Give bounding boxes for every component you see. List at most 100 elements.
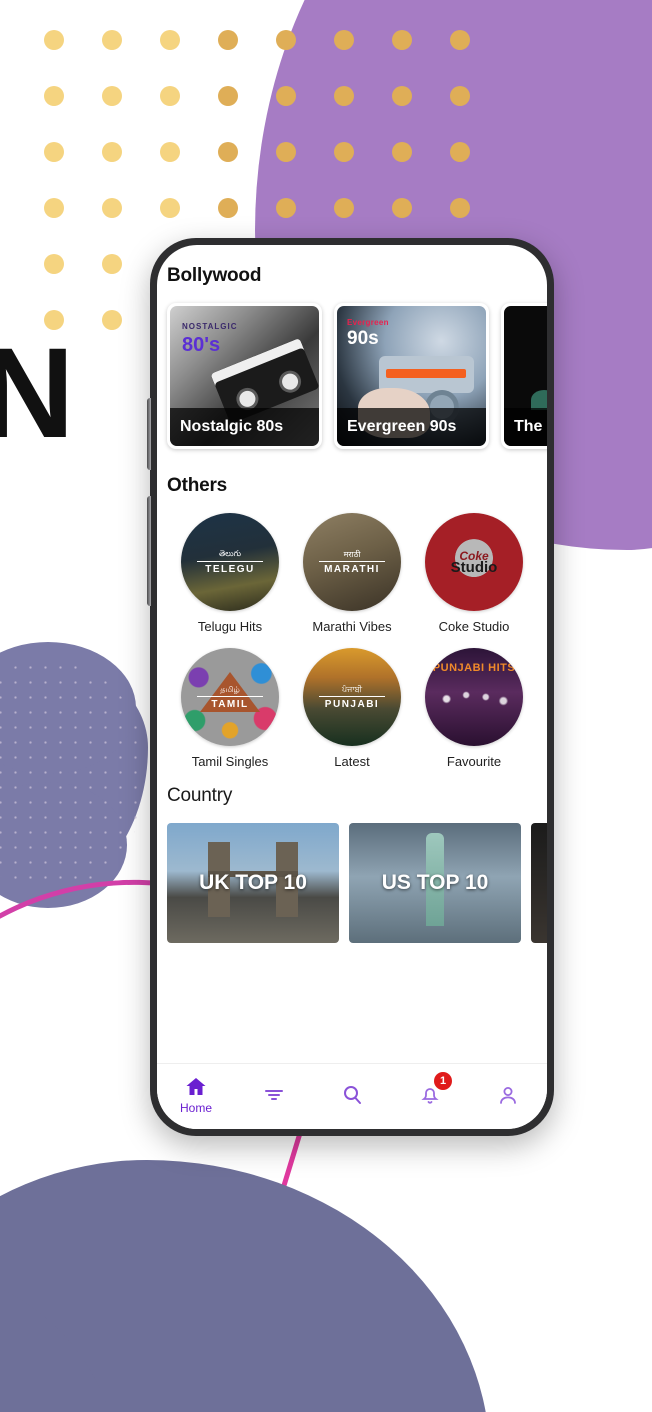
circle-item-tamil-singles[interactable]: தமிழ் TAMIL Tamil Singles: [169, 648, 291, 769]
decorative-dot: [44, 30, 64, 50]
decorative-dot: [102, 142, 122, 162]
decorative-dot: [450, 30, 470, 50]
decorative-dot: [44, 142, 64, 162]
decorative-dot: [276, 86, 296, 106]
circle-item-favourite[interactable]: PUNJABI HITS Favourite: [413, 648, 535, 769]
decorative-dot: [276, 142, 296, 162]
country-card-partial[interactable]: [531, 823, 547, 943]
decorative-dot: [276, 30, 296, 50]
nav-item-search[interactable]: [313, 1064, 391, 1125]
decorative-dot: [218, 30, 238, 50]
circle-caption: Coke Studio: [438, 619, 510, 634]
circle-item-coke-studio[interactable]: Coke Studio Coke Studio: [413, 513, 535, 634]
circle-caption: Latest: [334, 754, 370, 769]
card-caption: The: [504, 408, 547, 446]
decorative-dot: [160, 86, 180, 106]
app-content: Bollywood NOSTALGIC 80's Nostalgic 80s E…: [157, 245, 547, 1063]
circle-item-latest[interactable]: ਪੰਜਾਬੀ PUNJABI Latest: [291, 648, 413, 769]
country-card-title: US TOP 10: [381, 871, 489, 894]
decorative-dot: [218, 142, 238, 162]
filter-icon: [261, 1083, 287, 1107]
notification-badge: 1: [434, 1072, 452, 1090]
card-nostalgic-80s[interactable]: NOSTALGIC 80's Nostalgic 80s: [167, 303, 322, 449]
decorative-dot: [450, 198, 470, 218]
circle-overlay-label: తెలుగు TELEGU: [197, 549, 263, 575]
native-script-label: ਪੰਜਾਬੀ: [341, 684, 363, 694]
decorative-dot: [102, 254, 122, 274]
decorative-dot: [334, 142, 354, 162]
decorative-dot: [218, 198, 238, 218]
brand-letter-n: N: [0, 322, 74, 465]
circle-artwork: PUNJABI HITS: [425, 648, 523, 746]
circle-artwork: தமிழ் TAMIL: [181, 648, 279, 746]
circle-item-telugu-hits[interactable]: తెలుగు TELEGU Telugu Hits: [169, 513, 291, 634]
circle-overlay-label: PUNJABI HITS: [432, 661, 516, 674]
phone-volume-up-button[interactable]: [147, 398, 151, 470]
decorative-dot: [102, 198, 122, 218]
card-evergreen-90s[interactable]: Evergreen 90s Evergreen 90s: [334, 303, 489, 449]
card-the-partial[interactable]: T The: [501, 303, 547, 449]
decorative-dot: [44, 254, 64, 274]
decorative-dot: [334, 30, 354, 50]
card-caption: Evergreen 90s: [337, 408, 486, 446]
card-headline: 80's: [182, 334, 221, 356]
decorative-dot: [160, 142, 180, 162]
nav-item-profile[interactable]: [469, 1064, 547, 1125]
card-overline: NOSTALGIC: [182, 322, 238, 331]
others-circle-grid: తెలుగు TELEGU Telugu Hits मराठी MARATHI …: [157, 513, 547, 769]
section-title-others: Others: [167, 475, 228, 496]
roman-script-label: MARATHI: [319, 561, 385, 575]
circle-artwork: ਪੰਜਾਬੀ PUNJABI: [303, 648, 401, 746]
circle-caption: Telugu Hits: [197, 619, 263, 634]
roman-script-label: TELEGU: [197, 561, 263, 575]
card-overline: Evergreen: [347, 318, 389, 327]
native-script-label: తెలుగు: [218, 549, 242, 558]
decorative-dot: [102, 30, 122, 50]
section-title-bollywood: Bollywood: [167, 265, 262, 286]
decorative-dot: [450, 86, 470, 106]
circle-artwork: Coke Studio: [425, 513, 523, 611]
decorative-dot: [44, 198, 64, 218]
decorative-dot: [450, 142, 470, 162]
nav-item-filter[interactable]: [235, 1064, 313, 1125]
nav-item-home[interactable]: Home: [157, 1064, 235, 1125]
card-headline: 90s: [347, 328, 379, 349]
circle-item-marathi-vibes[interactable]: मराठी MARATHI Marathi Vibes: [291, 513, 413, 634]
country-card-us-top-10[interactable]: US TOP 10: [349, 823, 521, 943]
native-script-label: தமிழ்: [220, 684, 240, 694]
circle-caption: Favourite: [446, 754, 502, 769]
plant-graphic: [530, 389, 547, 410]
circle-artwork: తెలుగు TELEGU: [181, 513, 279, 611]
card-caption: Nostalgic 80s: [170, 408, 319, 446]
decorative-dot: [392, 30, 412, 50]
search-icon: [339, 1083, 365, 1107]
decorative-dot: [276, 198, 296, 218]
decorative-dot: [160, 30, 180, 50]
phone-volume-down-button[interactable]: [147, 496, 151, 606]
coke-studio-logo: Coke Studio: [451, 550, 498, 575]
nav-item-label: Home: [179, 1100, 212, 1115]
circle-overlay-label: ਪੰਜਾਬੀ PUNJABI: [319, 685, 385, 710]
circle-overlay-label: தமிழ் TAMIL: [197, 685, 263, 710]
home-icon: [183, 1075, 209, 1099]
decorative-dot: [392, 198, 412, 218]
nav-item-notifications[interactable]: 1: [391, 1064, 469, 1125]
decorative-dot: [218, 86, 238, 106]
country-card-uk-top-10[interactable]: UK TOP 10: [167, 823, 339, 943]
roman-script-label: TAMIL: [197, 695, 263, 710]
decorative-dot: [102, 86, 122, 106]
decorative-dot: [160, 198, 180, 218]
decorative-dot: [392, 142, 412, 162]
decorative-dot: [334, 198, 354, 218]
country-card-row[interactable]: UK TOP 10 US TOP 10: [157, 823, 547, 943]
decorative-dot: [334, 86, 354, 106]
phone-mockup: Bollywood NOSTALGIC 80's Nostalgic 80s E…: [147, 238, 554, 1136]
circle-caption: Marathi Vibes: [312, 619, 392, 634]
coke-logo-bottom: Studio: [450, 558, 498, 576]
circle-caption: Tamil Singles: [191, 754, 269, 769]
native-script-label: मराठी: [343, 550, 361, 559]
section-title-country: Country: [167, 785, 233, 806]
bollywood-card-row[interactable]: NOSTALGIC 80's Nostalgic 80s Evergreen 9…: [157, 303, 547, 449]
decorative-dot: [102, 310, 122, 330]
decorative-dot: [392, 86, 412, 106]
